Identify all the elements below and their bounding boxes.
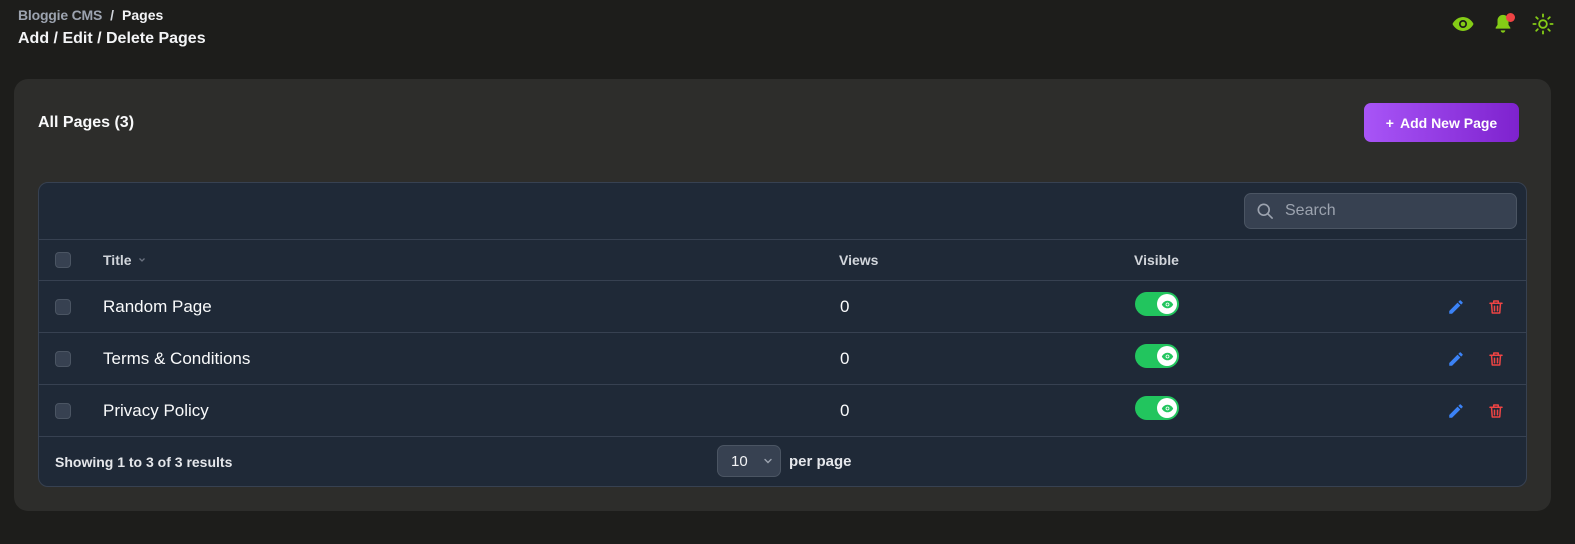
trash-icon[interactable] <box>1485 348 1507 370</box>
column-title-label: Title <box>103 252 132 268</box>
table-row: Random Page 0 <box>39 281 1526 333</box>
row-title: Terms & Conditions <box>103 348 251 368</box>
table-row: Terms & Conditions 0 <box>39 333 1526 385</box>
breadcrumb: Bloggie CMS / Pages <box>18 6 206 24</box>
trash-icon[interactable] <box>1485 400 1507 422</box>
add-new-page-button[interactable]: + Add New Page <box>1364 103 1519 142</box>
eye-icon[interactable] <box>1451 12 1475 36</box>
edit-icon[interactable] <box>1445 348 1467 370</box>
card-title: All Pages (3) <box>38 114 135 131</box>
bell-icon[interactable] <box>1491 12 1515 36</box>
page-title: Add / Edit / Delete Pages <box>18 30 206 47</box>
table-row: Privacy Policy 0 <box>39 385 1526 437</box>
pagination-summary: Showing 1 to 3 of 3 results <box>55 454 233 470</box>
visible-toggle[interactable] <box>1135 292 1179 316</box>
notification-dot <box>1506 13 1515 22</box>
select-all-checkbox[interactable] <box>55 252 71 268</box>
row-checkbox[interactable] <box>55 351 71 367</box>
chevron-down-icon <box>763 458 772 464</box>
chevron-down-icon <box>139 258 146 262</box>
breadcrumb-root[interactable]: Bloggie CMS <box>18 7 102 23</box>
row-checkbox[interactable] <box>55 403 71 419</box>
edit-icon[interactable] <box>1445 296 1467 318</box>
column-views: Views <box>839 252 879 268</box>
column-visible: Visible <box>1134 252 1179 268</box>
sun-icon[interactable] <box>1531 12 1555 36</box>
row-title: Random Page <box>103 296 212 316</box>
visible-toggle[interactable] <box>1135 396 1179 420</box>
search-icon <box>1257 203 1273 219</box>
column-title[interactable]: Title <box>103 252 147 268</box>
row-views: 0 <box>840 296 850 316</box>
top-icons <box>1451 12 1555 36</box>
eye-icon <box>1157 398 1177 418</box>
per-page-select[interactable]: 10 <box>717 445 781 477</box>
edit-icon[interactable] <box>1445 400 1467 422</box>
row-views: 0 <box>840 348 850 368</box>
per-page-value: 10 <box>731 452 748 470</box>
table-header: Title Views Visible <box>39 240 1526 281</box>
pages-card: All Pages (3) + Add New Page Title Views… <box>14 79 1551 511</box>
add-new-page-label: Add New Page <box>1399 114 1498 131</box>
row-views: 0 <box>840 400 850 420</box>
per-page-label: per page <box>789 453 852 470</box>
header: Bloggie CMS / Pages Add / Edit / Delete … <box>18 6 206 48</box>
plus-icon: + <box>1385 114 1394 131</box>
search-input[interactable] <box>1285 202 1505 220</box>
row-title: Privacy Policy <box>103 400 209 420</box>
row-checkbox[interactable] <box>55 299 71 315</box>
breadcrumb-current: Pages <box>122 7 164 23</box>
breadcrumb-separator: / <box>110 7 115 23</box>
pages-table: Title Views Visible Random Page 0 <box>38 182 1527 487</box>
eye-icon <box>1157 294 1177 314</box>
search-box[interactable] <box>1244 193 1517 229</box>
table-footer: Showing 1 to 3 of 3 results 10 per page <box>39 437 1526 485</box>
eye-icon <box>1157 346 1177 366</box>
trash-icon[interactable] <box>1485 296 1507 318</box>
table-toolbar <box>39 183 1526 240</box>
visible-toggle[interactable] <box>1135 344 1179 368</box>
